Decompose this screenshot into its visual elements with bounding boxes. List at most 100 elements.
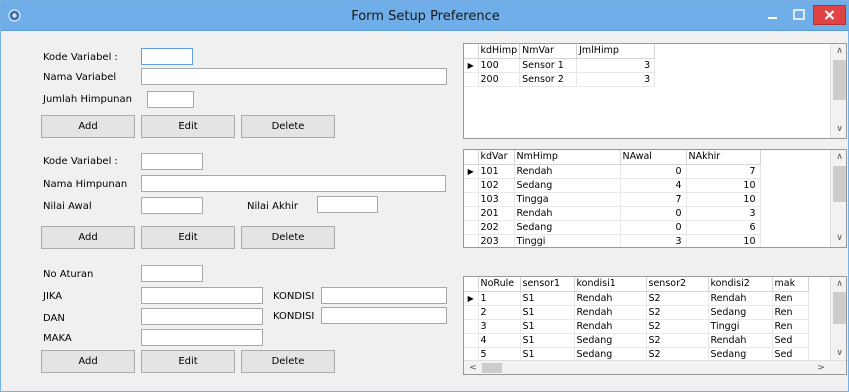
- column-header[interactable]: kdHimp: [478, 44, 521, 59]
- table-cell[interactable]: Sedang: [574, 347, 647, 362]
- table-cell[interactable]: S2: [646, 319, 709, 334]
- row-header[interactable]: [464, 319, 479, 334]
- row-header[interactable]: [464, 234, 479, 247]
- table-cell[interactable]: 0: [620, 220, 687, 235]
- row-header[interactable]: [464, 178, 479, 193]
- table-row[interactable]: ▶ 100 Sensor 1 3: [464, 58, 656, 73]
- delete-variabel-button[interactable]: Delete: [241, 115, 335, 138]
- table-row[interactable]: 201 Rendah 0 3: [464, 206, 761, 221]
- table-cell[interactable]: Rendah: [574, 291, 647, 306]
- table-cell[interactable]: 3: [478, 319, 521, 334]
- table-cell[interactable]: 3: [620, 234, 687, 247]
- table-row[interactable]: 4 S1 Sedang S2 Rendah Sed: [464, 333, 809, 348]
- column-header[interactable]: kondisi2: [708, 277, 773, 292]
- table-cell[interactable]: Sedang: [574, 333, 647, 348]
- table-cell[interactable]: 10: [686, 234, 761, 247]
- column-header[interactable]: NAkhir: [686, 150, 761, 165]
- table-cell[interactable]: S2: [646, 347, 709, 362]
- kode-variabel-input-2[interactable]: [141, 153, 203, 170]
- title-bar[interactable]: Form Setup Preference: [1, 1, 849, 31]
- dan-input[interactable]: [141, 308, 263, 325]
- table-cell[interactable]: Rendah: [514, 206, 621, 221]
- row-header[interactable]: [464, 72, 479, 87]
- table-cell[interactable]: S2: [646, 305, 709, 320]
- table-cell[interactable]: 201: [478, 206, 515, 221]
- kondisi-input-2[interactable]: [321, 307, 447, 324]
- table-cell[interactable]: Sedang: [708, 305, 773, 320]
- table-cell[interactable]: S2: [646, 333, 709, 348]
- table-cell[interactable]: S1: [520, 291, 575, 306]
- table-cell[interactable]: 4: [478, 333, 521, 348]
- table-cell[interactable]: 0: [620, 206, 687, 221]
- row-header[interactable]: [464, 305, 479, 320]
- table-cell[interactable]: 3: [576, 58, 656, 73]
- no-aturan-input[interactable]: [141, 265, 203, 282]
- jumlah-himpunan-input[interactable]: [147, 91, 194, 108]
- table-row[interactable]: ▶ 1 S1 Rendah S2 Rendah Ren: [464, 291, 809, 306]
- table-cell[interactable]: Sed: [772, 347, 809, 362]
- scroll-thumb[interactable]: [482, 363, 502, 373]
- jika-input[interactable]: [141, 287, 263, 304]
- table-cell[interactable]: S1: [520, 305, 575, 320]
- table-cell[interactable]: Sedang: [514, 178, 621, 193]
- edit-aturan-button[interactable]: Edit: [141, 350, 235, 373]
- table-cell[interactable]: Sedang: [514, 220, 621, 235]
- nilai-awal-input[interactable]: [141, 197, 203, 214]
- minimize-button[interactable]: [761, 6, 783, 24]
- table-cell[interactable]: 7: [686, 164, 761, 179]
- table-cell[interactable]: 103: [478, 192, 515, 207]
- nilai-akhir-input[interactable]: [317, 196, 378, 213]
- column-header[interactable]: NoRule: [478, 277, 521, 292]
- scroll-thumb[interactable]: [833, 60, 846, 100]
- scroll-left-icon[interactable]: <: [466, 361, 480, 374]
- table-cell[interactable]: 3: [576, 72, 656, 87]
- column-header[interactable]: NmVar: [519, 44, 578, 59]
- nama-himpunan-input[interactable]: [141, 175, 446, 192]
- aturan-grid[interactable]: NoRule sensor1 kondisi1 sensor2 kondisi2…: [463, 276, 847, 375]
- table-cell[interactable]: 10: [686, 192, 761, 207]
- scroll-up-icon[interactable]: ∧: [831, 277, 846, 291]
- scroll-up-icon[interactable]: ∧: [831, 150, 846, 164]
- table-cell[interactable]: Rendah: [514, 164, 621, 179]
- table-cell[interactable]: S1: [520, 319, 575, 334]
- column-header[interactable]: kondisi1: [574, 277, 647, 292]
- table-row[interactable]: 5 S1 Sedang S2 Sedang Sed: [464, 347, 809, 362]
- edit-variabel-button[interactable]: Edit: [141, 115, 235, 138]
- column-header[interactable]: kdVar: [478, 150, 515, 165]
- scroll-thumb[interactable]: [833, 166, 846, 202]
- vertical-scrollbar[interactable]: ∧ ∨: [830, 44, 846, 138]
- horizontal-scrollbar[interactable]: < >: [464, 360, 846, 374]
- close-button[interactable]: [813, 5, 846, 25]
- row-header[interactable]: [464, 347, 479, 362]
- edit-himpunan-button[interactable]: Edit: [141, 226, 235, 249]
- table-cell[interactable]: Rendah: [708, 291, 773, 306]
- scroll-up-icon[interactable]: ∧: [831, 44, 846, 58]
- table-cell[interactable]: Ren: [772, 305, 809, 320]
- table-cell[interactable]: 5: [478, 347, 521, 362]
- table-cell[interactable]: 7: [620, 192, 687, 207]
- table-row[interactable]: ▶ 101 Rendah 0 7: [464, 164, 761, 179]
- table-row[interactable]: 2 S1 Rendah S2 Sedang Ren: [464, 305, 809, 320]
- maka-input[interactable]: [141, 329, 263, 346]
- column-header[interactable]: sensor2: [646, 277, 709, 292]
- table-cell[interactable]: Tingga: [514, 192, 621, 207]
- row-header[interactable]: [464, 206, 479, 221]
- table-cell[interactable]: Rendah: [574, 305, 647, 320]
- himpunan-grid[interactable]: kdVar NmHimp NAwal NAkhir ▶ 101 Rendah 0…: [463, 149, 847, 248]
- row-header[interactable]: [464, 192, 479, 207]
- table-cell[interactable]: Sensor 1: [519, 58, 578, 73]
- table-cell[interactable]: Rendah: [574, 319, 647, 334]
- table-row[interactable]: 202 Sedang 0 6: [464, 220, 761, 235]
- table-cell[interactable]: 1: [478, 291, 521, 306]
- table-row[interactable]: 200 Sensor 2 3: [464, 72, 656, 87]
- table-cell[interactable]: S1: [520, 333, 575, 348]
- row-header[interactable]: [464, 220, 479, 235]
- add-aturan-button[interactable]: Add: [41, 350, 135, 373]
- nama-variabel-input[interactable]: [141, 68, 447, 85]
- table-cell[interactable]: Sedang: [708, 347, 773, 362]
- add-variabel-button[interactable]: Add: [41, 115, 135, 138]
- column-header[interactable]: mak: [772, 277, 809, 292]
- table-cell[interactable]: 3: [686, 206, 761, 221]
- scroll-down-icon[interactable]: ∨: [831, 231, 846, 245]
- table-cell[interactable]: 0: [620, 164, 687, 179]
